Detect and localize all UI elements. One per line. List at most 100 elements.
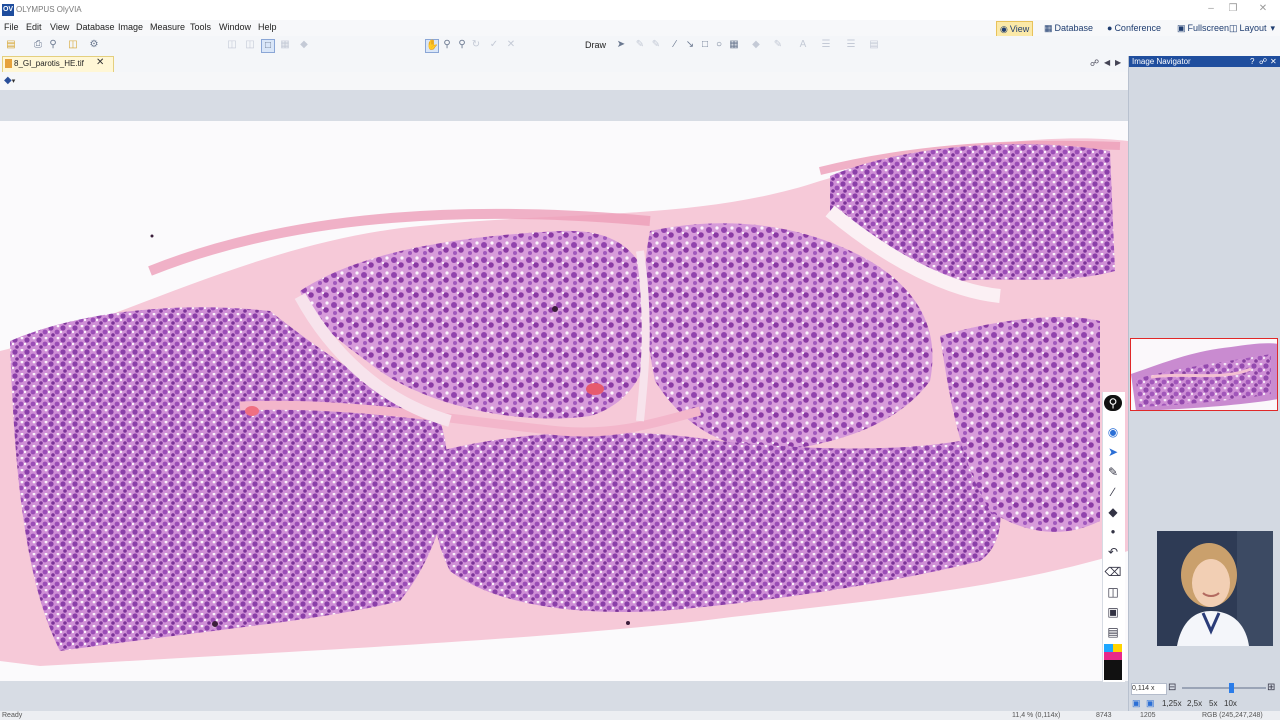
grid-view-icon[interactable]: ▦ bbox=[279, 39, 291, 51]
zoom-preset-1-25x[interactable]: 1,25x bbox=[1162, 699, 1182, 708]
trash-icon[interactable]: ⌫ bbox=[1104, 564, 1122, 580]
pin-panel-icon[interactable]: ☍ bbox=[1259, 56, 1267, 67]
zoom-preset-10x[interactable]: 10x bbox=[1224, 699, 1237, 708]
font-icon[interactable]: A bbox=[797, 39, 809, 51]
mode-fullscreen-button[interactable]: ▣ Fullscreen bbox=[1174, 21, 1232, 35]
menu-window[interactable]: Window bbox=[219, 22, 251, 32]
split-view-icon[interactable]: ◫ bbox=[226, 39, 238, 51]
database-icon: ▦ bbox=[1044, 23, 1053, 33]
line-tool-icon[interactable]: ∕ bbox=[1104, 484, 1122, 500]
export-icon[interactable]: ◫ bbox=[67, 39, 79, 51]
menu-file[interactable]: File bbox=[4, 22, 19, 32]
mode-layout-button[interactable]: ◫ Layout ▾ bbox=[1226, 21, 1278, 35]
thumbnail-image bbox=[1131, 339, 1277, 410]
menu-measure[interactable]: Measure bbox=[150, 22, 185, 32]
help-icon[interactable]: ? bbox=[1250, 56, 1254, 67]
undo-icon[interactable]: ↶ bbox=[1104, 544, 1122, 560]
pen-icon[interactable]: ✎ bbox=[1104, 464, 1122, 480]
single-view-icon[interactable]: □ bbox=[261, 39, 275, 53]
camera-icon[interactable]: ▣ bbox=[1104, 604, 1122, 620]
status-text: Ready bbox=[2, 712, 23, 719]
eye-toggle-icon[interactable]: ◉ bbox=[1104, 424, 1122, 440]
zoom-icon[interactable]: ⚲ bbox=[456, 39, 468, 51]
zoom-preset-5x[interactable]: 5x bbox=[1209, 699, 1217, 708]
slide-image-canvas[interactable] bbox=[0, 121, 1128, 681]
arrange-icon[interactable]: ▤ bbox=[868, 39, 880, 51]
cross-icon[interactable]: ✕ bbox=[505, 39, 517, 51]
dot-icon[interactable]: ● bbox=[1104, 524, 1122, 540]
fit-to-window-icon[interactable]: ▣ bbox=[1132, 698, 1141, 709]
line-color-icon[interactable]: ✎ bbox=[772, 39, 784, 51]
menu-help[interactable]: Help bbox=[258, 22, 277, 32]
app-logo: OV bbox=[2, 4, 14, 16]
snapshot-icon[interactable]: ◫ bbox=[1104, 584, 1122, 600]
zoom-preset-2-5x[interactable]: 2,5x bbox=[1187, 699, 1202, 708]
viewer-top-margin bbox=[0, 90, 1128, 121]
align-icon[interactable]: ☰ bbox=[845, 39, 857, 51]
text-box-icon[interactable]: ▦ bbox=[728, 39, 740, 51]
print-icon[interactable]: ⎙ bbox=[32, 39, 44, 51]
mode-view-button[interactable]: ◉ View bbox=[996, 21, 1034, 37]
pan-hand-icon[interactable]: ✋ bbox=[425, 39, 439, 53]
main-toolbar: ▤ ⎙ ⚲ ◫ ⚙ ◫ ◫ □ ▦ ◆ ✋ ⚲ ⚲ ↻ ✓ ✕ ➤ ✎ ✎ ∕ … bbox=[0, 36, 1280, 57]
zoom-in-icon[interactable]: ⊞ bbox=[1267, 682, 1275, 693]
zoom-region-icon[interactable]: ⚲ bbox=[441, 39, 453, 51]
navigator-title: Image Navigator bbox=[1132, 57, 1191, 66]
freehand-icon[interactable]: ✎ bbox=[634, 39, 646, 51]
zoom-input[interactable]: 0,114 x bbox=[1131, 683, 1167, 695]
draw-menu-button[interactable]: Draw bbox=[585, 40, 606, 50]
status-rgb: RGB (245,247,248) bbox=[1202, 712, 1263, 719]
mode-database-button[interactable]: ▦ Database bbox=[1041, 21, 1096, 35]
menu-tools[interactable]: Tools bbox=[190, 22, 211, 32]
clipboard-icon[interactable]: ▤ bbox=[1104, 624, 1122, 640]
color-palette-icon[interactable] bbox=[1104, 644, 1122, 680]
tab-next-icon[interactable]: ▶ bbox=[1115, 58, 1121, 67]
rectangle-icon[interactable]: □ bbox=[699, 39, 711, 51]
close-window-icon[interactable]: ✕ bbox=[1252, 2, 1274, 16]
check-icon[interactable]: ✓ bbox=[488, 39, 500, 51]
minimize-icon[interactable]: – bbox=[1200, 2, 1222, 16]
actual-size-icon[interactable]: ▣ bbox=[1146, 698, 1155, 709]
line-style-icon[interactable]: ☰ bbox=[820, 39, 832, 51]
status-bar bbox=[0, 711, 1280, 720]
menu-edit[interactable]: Edit bbox=[26, 22, 42, 32]
fill-color-icon[interactable]: ◆ bbox=[750, 39, 762, 51]
zoom-slider-thumb[interactable] bbox=[1229, 683, 1234, 693]
eye-icon: ◉ bbox=[1000, 24, 1008, 34]
measure-icon[interactable]: ↻ bbox=[470, 39, 482, 51]
layer-dropdown-icon[interactable]: ◆▾ bbox=[4, 75, 15, 86]
pin-icon[interactable]: ☍ bbox=[1090, 58, 1099, 69]
erase-icon[interactable]: ✎ bbox=[650, 39, 662, 51]
status-zoom: 11,4 % (0,114x) bbox=[1012, 712, 1061, 719]
menu-database[interactable]: Database bbox=[76, 22, 115, 32]
eraser-icon[interactable]: ◆ bbox=[1104, 504, 1122, 520]
arrow-icon[interactable]: ↘ bbox=[684, 39, 696, 51]
print-preview-icon[interactable]: ⚲ bbox=[47, 39, 59, 51]
layout-icon: ◫ bbox=[1229, 23, 1238, 33]
sync-view-icon[interactable]: ◆ bbox=[298, 39, 310, 51]
pointer-icon[interactable]: ➤ bbox=[1104, 444, 1122, 460]
zoom-slider-track[interactable] bbox=[1182, 687, 1266, 689]
tissue-slide-image bbox=[0, 138, 1128, 667]
navigator-thumbnail[interactable] bbox=[1130, 338, 1278, 411]
settings-icon[interactable]: ⚙ bbox=[88, 39, 100, 51]
zoom-out-icon[interactable]: ⊟ bbox=[1168, 682, 1176, 693]
ellipse-icon[interactable]: ○ bbox=[713, 39, 725, 51]
open-folder-icon[interactable]: ▤ bbox=[5, 39, 17, 51]
line-icon[interactable]: ∕ bbox=[669, 39, 681, 51]
viewer-bottom-margin bbox=[0, 681, 1128, 711]
location-pin-icon[interactable]: ⚲ bbox=[1104, 395, 1122, 411]
presenter-photo bbox=[1157, 531, 1273, 646]
tab-prev-icon[interactable]: ◀ bbox=[1104, 58, 1110, 67]
mode-conference-button[interactable]: ● Conference bbox=[1104, 21, 1164, 35]
close-panel-icon[interactable]: ✕ bbox=[1270, 56, 1277, 67]
close-tab-icon[interactable]: ✕ bbox=[96, 57, 104, 68]
menu-image[interactable]: Image bbox=[118, 22, 143, 32]
tile-view-icon[interactable]: ◫ bbox=[244, 39, 256, 51]
conference-icon: ● bbox=[1107, 23, 1113, 33]
menu-view[interactable]: View bbox=[50, 22, 69, 32]
status-y-coordinate: 1205 bbox=[1140, 712, 1156, 719]
window-title: OLYMPUS OlyVIA bbox=[16, 5, 82, 14]
restore-icon[interactable]: ❐ bbox=[1222, 2, 1244, 16]
select-cursor-icon[interactable]: ➤ bbox=[615, 39, 627, 51]
